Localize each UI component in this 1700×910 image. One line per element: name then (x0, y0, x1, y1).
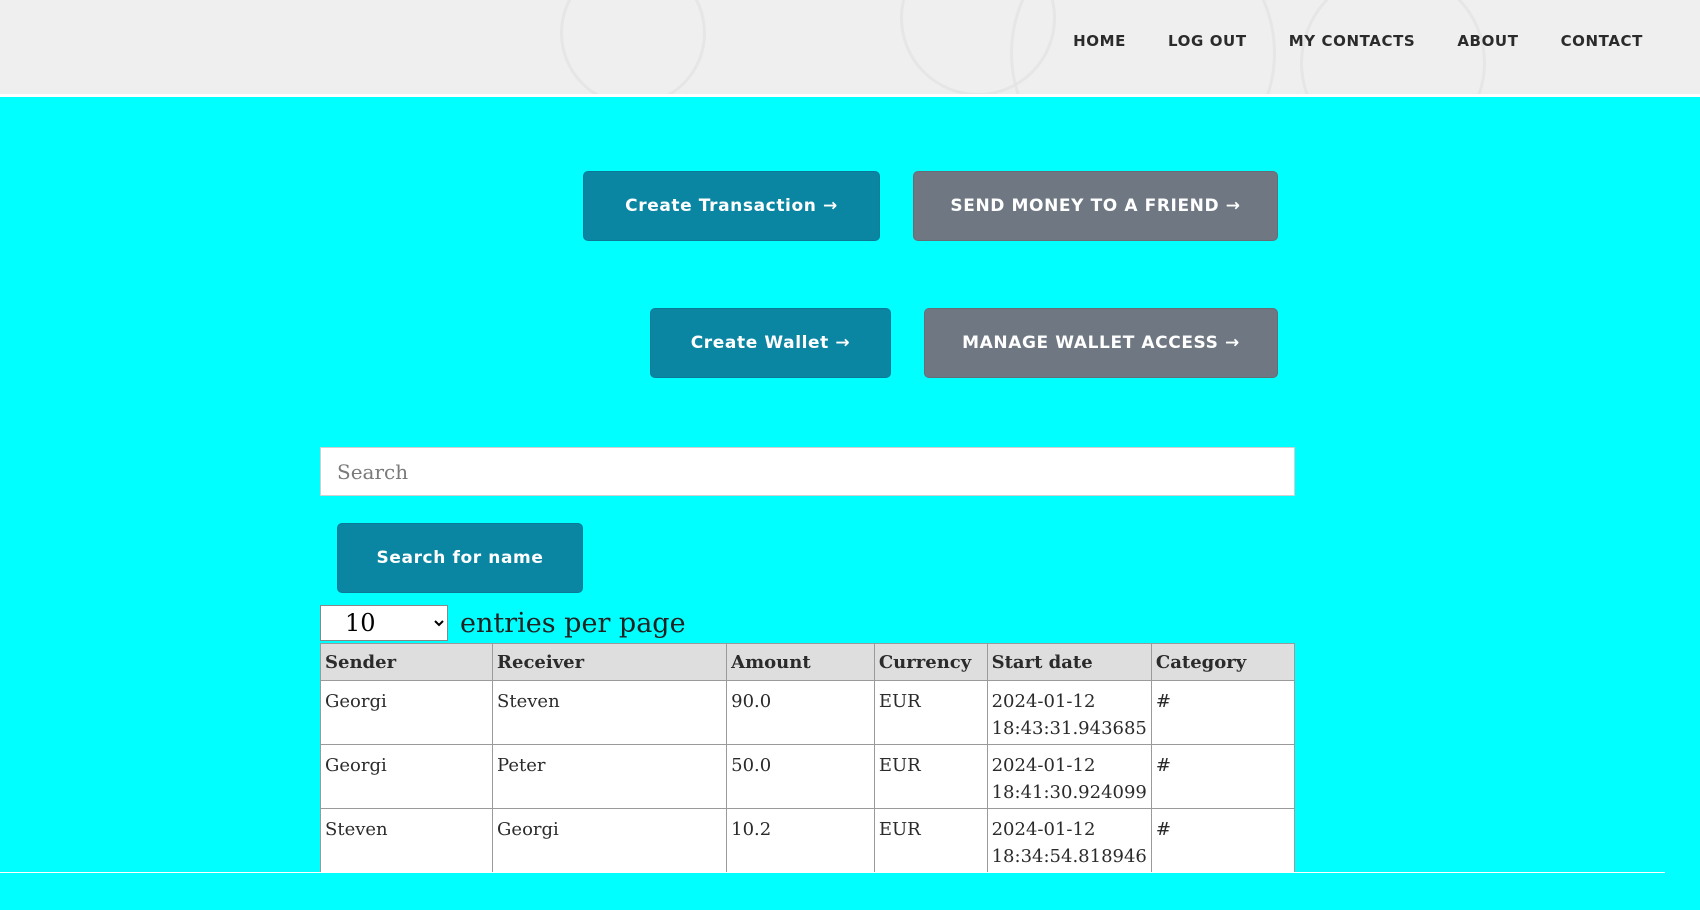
cell-receiver: Steven (492, 680, 728, 745)
nav-log-out[interactable]: LOG OUT (1168, 32, 1247, 50)
cell-start-date: 2024-01-12 18:43:31.943685 (986, 680, 1152, 745)
column-header-amount[interactable]: Amount (726, 643, 875, 681)
coin-background-decoration (560, 0, 706, 94)
nav-contact[interactable]: CONTACT (1561, 32, 1643, 50)
site-header: HOME LOG OUT MY CONTACTS ABOUT CONTACT (0, 0, 1700, 97)
cell-category[interactable]: # (1150, 808, 1296, 873)
cell-category[interactable]: # (1150, 680, 1296, 745)
main-navigation: HOME LOG OUT MY CONTACTS ABOUT CONTACT (1073, 32, 1643, 50)
cell-receiver: Peter (492, 744, 728, 809)
cell-sender: Georgi (319, 680, 494, 745)
cell-start-date: 2024-01-12 18:34:54.818946 (986, 808, 1152, 873)
entries-per-page-select[interactable]: 10 (320, 605, 448, 641)
cell-date: 2024-01-12 (991, 691, 1096, 712)
cell-date: 2024-01-12 (991, 819, 1096, 840)
search-input[interactable] (320, 447, 1295, 496)
entries-per-page-control: 10 entries per page (320, 605, 686, 641)
cell-time: 18:34:54.818946 (991, 846, 1147, 867)
column-header-currency[interactable]: Currency (873, 643, 988, 681)
column-header-receiver[interactable]: Receiver (492, 643, 728, 681)
nav-my-contacts[interactable]: MY CONTACTS (1289, 32, 1416, 50)
cell-sender: Georgi (319, 744, 494, 809)
entries-per-page-label: entries per page (460, 607, 686, 639)
table-row: Steven Georgi 10.2 EUR 2024-01-12 18:34:… (319, 808, 1296, 873)
cell-amount: 90.0 (726, 680, 875, 745)
column-header-start-date[interactable]: Start date (986, 643, 1152, 681)
footer-divider (0, 872, 1665, 873)
cell-currency: EUR (873, 680, 988, 745)
send-money-button[interactable]: SEND MONEY TO A FRIEND → (913, 171, 1278, 241)
cell-sender: Steven (319, 808, 494, 873)
cell-currency: EUR (873, 744, 988, 809)
nav-about[interactable]: ABOUT (1457, 32, 1518, 50)
cell-receiver: Georgi (492, 808, 728, 873)
cell-start-date: 2024-01-12 18:41:30.924099 (986, 744, 1152, 809)
manage-wallet-access-button[interactable]: MANAGE WALLET ACCESS → (924, 308, 1278, 378)
column-header-sender[interactable]: Sender (319, 643, 494, 681)
nav-home[interactable]: HOME (1073, 32, 1126, 50)
cell-currency: EUR (873, 808, 988, 873)
table-header-row: Sender Receiver Amount Currency Start da… (319, 643, 1296, 681)
transactions-table: Sender Receiver Amount Currency Start da… (319, 643, 1296, 873)
create-wallet-button[interactable]: Create Wallet → (650, 308, 891, 378)
table-row: Georgi Peter 50.0 EUR 2024-01-12 18:41:3… (319, 744, 1296, 809)
cell-amount: 10.2 (726, 808, 875, 873)
cell-category[interactable]: # (1150, 744, 1296, 809)
table-row: Georgi Steven 90.0 EUR 2024-01-12 18:43:… (319, 680, 1296, 745)
create-transaction-button[interactable]: Create Transaction → (583, 171, 880, 241)
cell-time: 18:43:31.943685 (991, 718, 1147, 739)
column-header-category[interactable]: Category (1150, 643, 1296, 681)
cell-time: 18:41:30.924099 (991, 782, 1147, 803)
cell-amount: 50.0 (726, 744, 875, 809)
cell-date: 2024-01-12 (991, 755, 1096, 776)
search-for-name-button[interactable]: Search for name (337, 523, 583, 593)
